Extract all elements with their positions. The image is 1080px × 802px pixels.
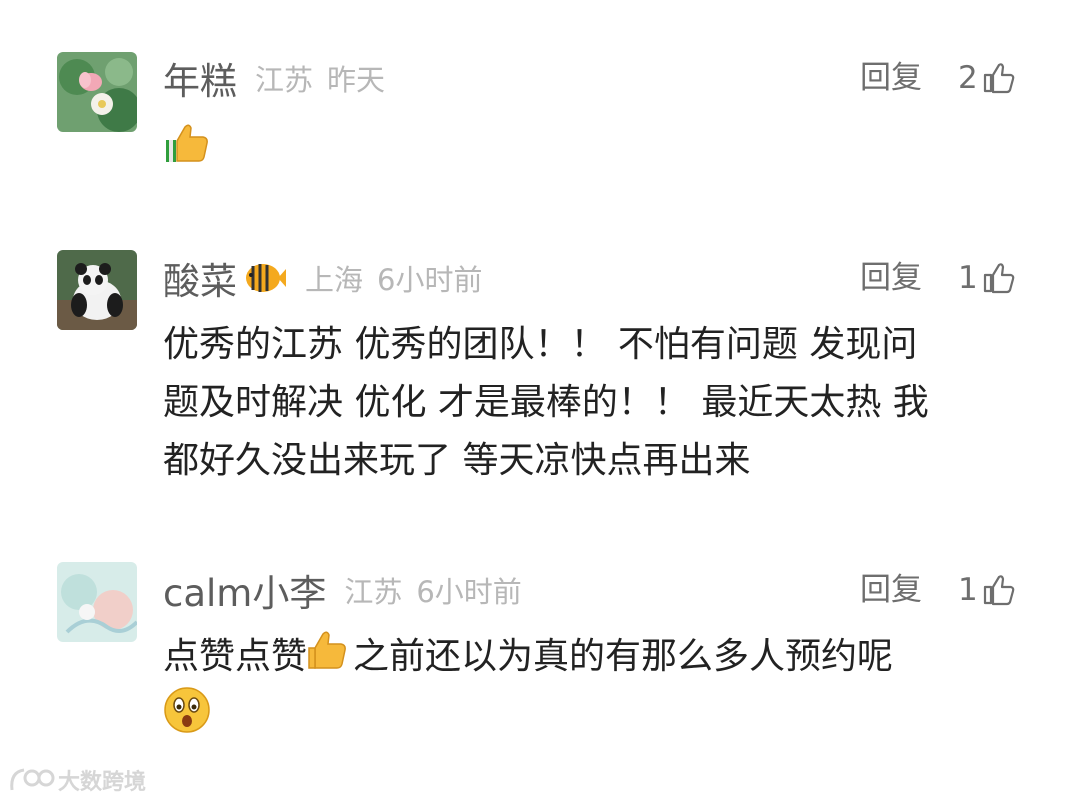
comment-text-part: 之前还以为真的有那么多人预约呢: [353, 636, 894, 677]
comment-text-line: 都好久没出来玩了 等天凉快点再出来: [163, 440, 751, 481]
watermark: 大数跨境: [8, 764, 146, 796]
thumbs-up-icon: [983, 263, 1015, 294]
location: 上海: [305, 263, 364, 297]
like-button[interactable]: 1: [958, 248, 1016, 308]
username[interactable]: calm小李: [163, 563, 326, 617]
thumbs-up-emoji-icon: [164, 120, 210, 168]
comment-header: calm小李 江苏 6小时前: [163, 560, 522, 620]
thumbs-up-emoji-icon: [307, 627, 353, 689]
comment-text: 优秀的江苏 优秀的团队！！ 不怕有问题 发现问 题及时解决 优化 才是最棒的！！…: [163, 316, 1033, 490]
like-count: 1: [958, 572, 978, 608]
avatar[interactable]: [57, 562, 137, 642]
comment-text: 点赞点赞 之前还以为真的有那么多人预约呢: [163, 627, 1033, 689]
reply-button[interactable]: 回复: [860, 248, 922, 308]
watermark-text: 大数跨境: [58, 770, 147, 795]
surprised-face-emoji-icon: [162, 685, 212, 739]
reply-button[interactable]: 回复: [860, 48, 922, 108]
like-button[interactable]: 2: [958, 48, 1016, 108]
timestamp: 6小时前: [377, 263, 483, 297]
comment-text-line: 优秀的江苏 优秀的团队！！ 不怕有问题 发现问: [163, 324, 918, 365]
timestamp: 6小时前: [416, 575, 522, 609]
username[interactable]: 年糕: [163, 51, 237, 105]
like-count: 2: [958, 60, 978, 96]
comment-text-line: 题及时解决 优化 才是最棒的！！ 最近天太热 我: [163, 382, 929, 423]
thumbs-up-icon: [983, 575, 1015, 606]
comment-header: 酸菜 上海 6小时前: [163, 248, 482, 308]
username[interactable]: 酸菜: [163, 251, 237, 305]
thumbs-up-icon: [983, 63, 1015, 94]
location: 江苏: [255, 63, 314, 97]
avatar[interactable]: [57, 52, 137, 132]
timestamp: 昨天: [327, 63, 386, 97]
like-count: 1: [958, 260, 978, 296]
location: 江苏: [344, 575, 403, 609]
fish-badge-icon: [243, 258, 287, 298]
comment-text-part: 点赞点赞: [163, 636, 308, 677]
comment-header: 年糕 江苏 昨天: [163, 48, 385, 108]
like-button[interactable]: 1: [958, 560, 1016, 620]
avatar[interactable]: [57, 250, 137, 330]
reply-button[interactable]: 回复: [860, 560, 922, 620]
watermark-logo-icon: [10, 768, 55, 791]
